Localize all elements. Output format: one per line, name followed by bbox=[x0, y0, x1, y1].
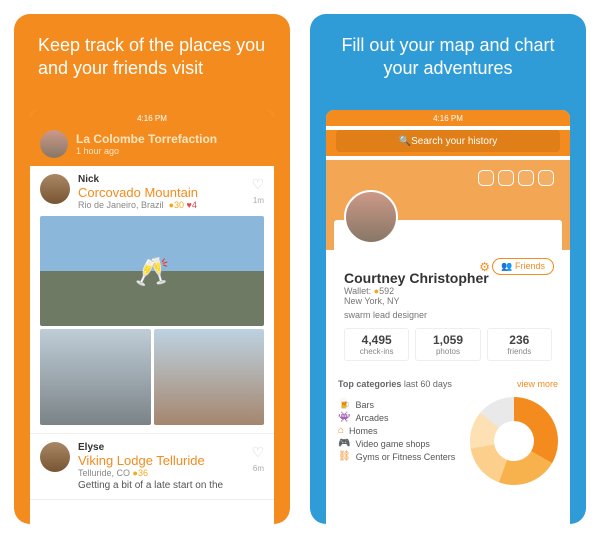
friends-button[interactable]: 👥 Friends bbox=[492, 258, 554, 275]
timestamp: 1m bbox=[253, 196, 264, 205]
feed-item[interactable]: Nick Corcovado Mountain Rio de Janeiro, … bbox=[30, 166, 274, 434]
profile-card: ⚙ 👥 Friends Courtney Christopher Wallet:… bbox=[334, 220, 562, 371]
screenshot-left: Keep track of the places you and your fr… bbox=[14, 14, 290, 524]
user-name: Elyse bbox=[78, 442, 264, 453]
avatar bbox=[40, 174, 70, 204]
status-bar: 4:16 PM bbox=[30, 110, 274, 126]
user-name: Nick bbox=[78, 174, 264, 185]
search-history-input[interactable]: 🔍 Search your history bbox=[336, 130, 560, 152]
heart-icon[interactable]: ♡ bbox=[251, 444, 264, 461]
top-categories-header: Top categories last 60 days view more bbox=[326, 371, 570, 393]
wallet-label: Wallet: ●592 bbox=[344, 286, 552, 296]
stat-friends[interactable]: 236friends bbox=[487, 328, 552, 361]
phone-frame: 4:16 PM 🔍 Search your history ⚙ 👥 Friend… bbox=[326, 110, 570, 524]
list-item: ⛓Gyms or Fitness Centers bbox=[338, 451, 462, 462]
gym-icon: ⛓ bbox=[338, 451, 351, 462]
game-icon: 👾 bbox=[338, 412, 350, 423]
profile-location: New York, NY bbox=[344, 296, 552, 306]
self-checkin-row[interactable]: La Colombe Torrefaction 1 hour ago bbox=[30, 126, 274, 166]
gear-icon[interactable]: ⚙ bbox=[479, 260, 490, 274]
list-item: 👾Arcades bbox=[338, 412, 462, 423]
heart-icon[interactable]: ♡ bbox=[251, 176, 264, 193]
location-label: Telluride, CO ●36 bbox=[78, 468, 264, 478]
phone-frame: 4:16 PM La Colombe Torrefaction 1 hour a… bbox=[30, 110, 274, 524]
photo[interactable] bbox=[40, 216, 264, 326]
avatar bbox=[40, 130, 68, 158]
headline: Fill out your map and chart your adventu… bbox=[310, 14, 586, 93]
self-venue: La Colombe Torrefaction bbox=[76, 132, 217, 146]
profile-bio: swarm lead designer bbox=[344, 310, 552, 320]
venue-name: Viking Lodge Telluride bbox=[78, 453, 264, 468]
donut-chart bbox=[470, 397, 558, 485]
photo[interactable] bbox=[154, 329, 265, 425]
headline: Keep track of the places you and your fr… bbox=[14, 14, 290, 93]
venue-name: Corcovado Mountain bbox=[78, 185, 264, 200]
map-markers bbox=[478, 170, 554, 186]
feed-item[interactable]: Elyse Viking Lodge Telluride Telluride, … bbox=[30, 434, 274, 500]
avatar bbox=[40, 442, 70, 472]
post-body: Getting a bit of a late start on the bbox=[78, 480, 264, 491]
timestamp: 6m bbox=[253, 464, 264, 473]
list-item: ⌂Homes bbox=[338, 425, 462, 436]
photo[interactable] bbox=[40, 329, 151, 425]
screenshot-right: Fill out your map and chart your adventu… bbox=[310, 14, 586, 524]
category-list: 🍺Bars 👾Arcades ⌂Homes 🎮Video game shops … bbox=[338, 397, 462, 485]
home-icon: ⌂ bbox=[338, 425, 344, 436]
controller-icon: 🎮 bbox=[338, 438, 350, 449]
photo-grid[interactable] bbox=[40, 216, 264, 425]
list-item: 🍺Bars bbox=[338, 399, 462, 410]
self-checkin-time: 1 hour ago bbox=[76, 146, 217, 156]
stat-photos[interactable]: 1,059photos bbox=[415, 328, 480, 361]
avatar[interactable] bbox=[344, 190, 398, 244]
status-bar: 4:16 PM bbox=[326, 110, 570, 126]
location-label: Rio de Janeiro, Brazil ●30 ♥4 bbox=[78, 200, 264, 210]
stat-checkins[interactable]: 4,495check-ins bbox=[344, 328, 409, 361]
list-item: 🎮Video game shops bbox=[338, 438, 462, 449]
beer-icon: 🍺 bbox=[338, 399, 350, 410]
view-more-link[interactable]: view more bbox=[517, 379, 558, 389]
